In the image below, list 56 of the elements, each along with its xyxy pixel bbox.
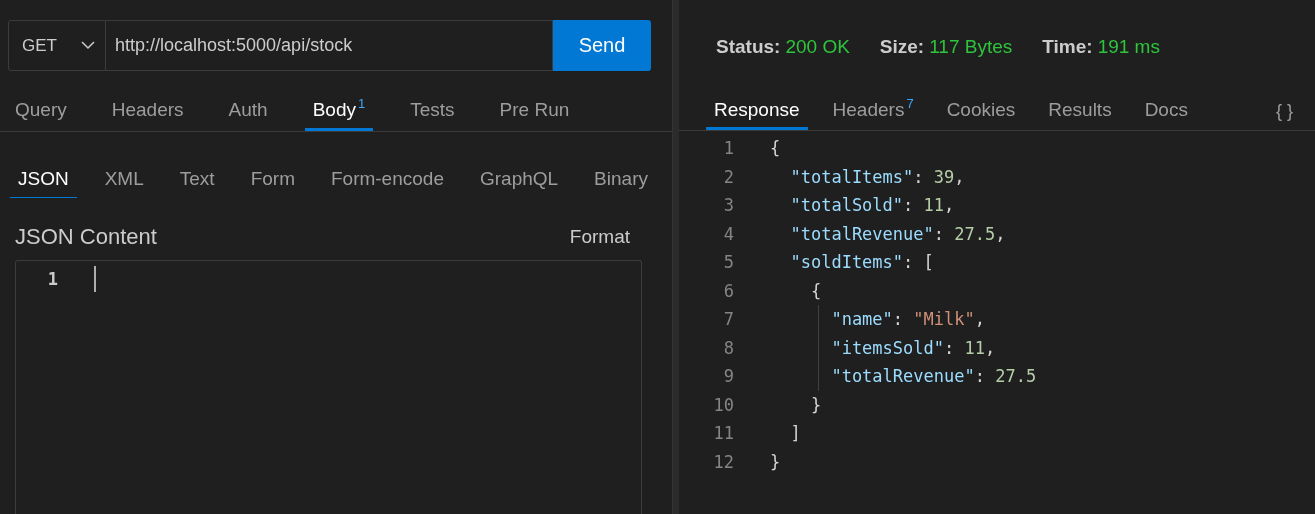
body-type-tab[interactable]: Form-encode [322,160,452,198]
pane-splitter[interactable] [672,0,679,514]
format-button[interactable]: Format [563,225,636,249]
code-line: { [809,280,822,301]
code-line: ] [789,423,801,444]
line-number: 10 [712,394,734,415]
send-button[interactable]: Send [553,20,651,71]
request-tab[interactable]: Body$^{1}$ [304,91,374,131]
chevron-down-icon [81,41,95,50]
body-type-tab[interactable]: Text [171,160,223,198]
line-number: 8 [722,337,734,358]
method-dropdown[interactable]: GET [8,20,106,71]
line-number: 5 [722,252,734,273]
body-type-tab[interactable]: Form [242,160,303,198]
status-value: 200 OK [785,36,850,56]
response-tab[interactable]: Results [1040,92,1120,130]
body-type-tab[interactable]: Binary [586,160,656,198]
line-number: 3 [722,195,734,216]
code-line: "totalSold": 11, [789,195,955,216]
url-field[interactable]: http://localhost:5000/api/stock [106,20,553,71]
code-line: } [770,451,781,472]
code-line: { [770,138,781,159]
code-line: "soldItems": [ [789,252,934,273]
line-number: 1 [46,269,58,289]
status-label: Time: [1042,36,1093,56]
request-tab[interactable]: Query [7,91,75,131]
line-number: 2 [722,166,734,187]
line-number: 4 [722,223,734,244]
body-type-tab[interactable]: XML [96,160,152,198]
body-type-tab[interactable]: GraphQL [471,160,567,198]
code-editor[interactable]: 1 [15,260,642,514]
status-value: 117 Bytes [929,36,1013,56]
code-line: "totalRevenue": 27.5, [789,223,1006,244]
view-toggle-button[interactable]: { } [1269,92,1299,130]
request-tab[interactable]: Tests [402,91,463,131]
body-type-tab[interactable]: JSON [10,160,77,198]
line-number: 1 [722,138,734,159]
request-tab[interactable]: Headers [103,91,192,131]
section-title: JSON Content [15,224,157,250]
line-number: 12 [712,451,734,472]
text-cursor [94,266,96,292]
status-label: Status: [716,36,781,56]
response-tab[interactable]: Headers$^{7}$ [824,92,922,130]
line-number: 6 [722,280,734,301]
response-tab[interactable]: Cookies [938,92,1024,130]
line-number: 9 [722,366,734,387]
line-number: 11 [712,423,734,444]
status-label: Size: [879,36,925,56]
request-tab[interactable]: Auth [220,91,276,131]
code-line: "totalItems": 39, [789,166,965,187]
response-tab[interactable]: Docs [1136,92,1196,130]
line-number: 7 [722,309,734,330]
request-tab[interactable]: Pre Run [491,91,578,131]
response-tab[interactable]: Response [706,92,808,130]
status-value: 191 ms [1097,36,1160,56]
code-line: } [809,394,822,415]
